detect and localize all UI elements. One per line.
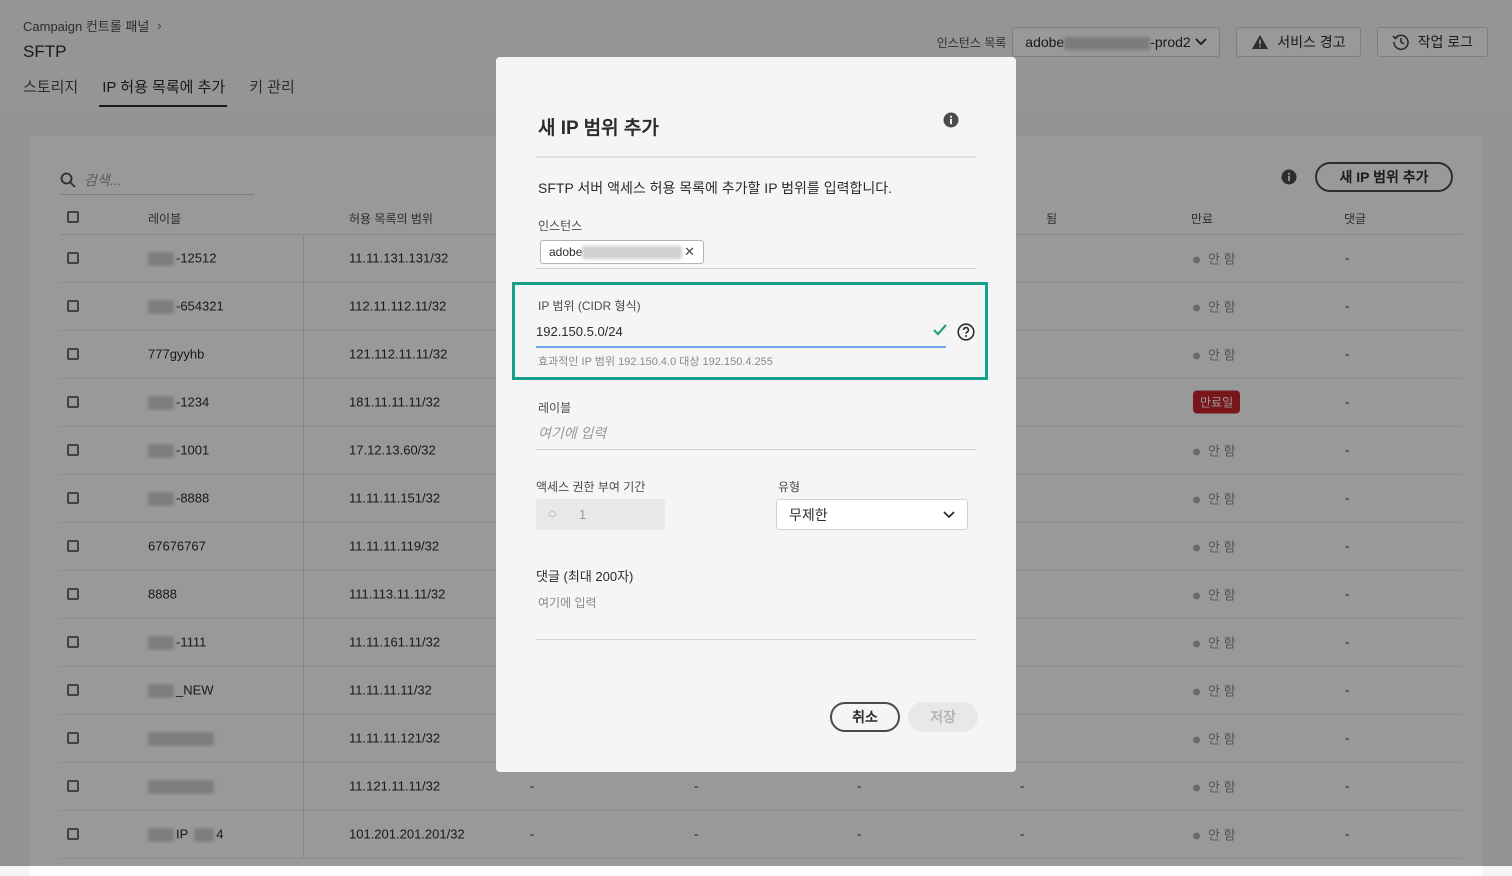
type-dropdown[interactable]: 무제한	[776, 499, 968, 530]
stepper-arrows-icon[interactable]: ︿ ﹀	[548, 505, 557, 524]
field-underline	[536, 449, 976, 450]
type-label: 유형	[778, 480, 801, 494]
comment-label: 댓글 (최대 200자)	[536, 569, 634, 584]
ip-range-label: IP 범위 (CIDR 형식)	[538, 299, 641, 313]
divider	[536, 156, 976, 158]
field-underline	[536, 639, 976, 640]
chevron-down-icon	[943, 510, 955, 518]
duration-label: 액세스 권한 부여 기간	[536, 480, 646, 494]
dialog-info-icon[interactable]	[943, 112, 959, 133]
checkmark-icon	[933, 324, 947, 336]
instance-tag-value: adobe	[549, 245, 683, 260]
duration-value: 1	[579, 507, 587, 522]
duration-stepper[interactable]: ︿ ﹀ 1	[536, 499, 665, 530]
save-button[interactable]: 저장	[908, 702, 978, 732]
dialog-title: 새 IP 범위 추가	[538, 118, 659, 139]
ip-range-underline	[536, 346, 946, 348]
instance-field-label: 인스턴스	[538, 219, 583, 233]
ip-range-input[interactable]: 192.150.5.0/24	[536, 324, 623, 339]
dialog-description: SFTP 서버 액세스 허용 목록에 추가할 IP 범위를 입력합니다.	[538, 180, 892, 196]
instance-tag: adobe ✕	[540, 240, 704, 264]
type-dropdown-value: 무제한	[789, 506, 828, 523]
ip-range-help-text: 효과적인 IP 범위 192.150.4.0 대상 192.150.4.255	[538, 356, 773, 368]
field-underline	[536, 268, 976, 269]
label-field-label: 레이블	[538, 401, 572, 415]
redacted-text	[582, 246, 683, 260]
close-icon[interactable]: ✕	[684, 244, 695, 260]
comment-textarea[interactable]: 여기에 입력	[538, 594, 597, 611]
cancel-button[interactable]: 취소	[830, 702, 900, 732]
add-ip-range-dialog: 새 IP 범위 추가 SFTP 서버 액세스 허용 목록에 추가할 IP 범위를…	[496, 57, 1016, 772]
help-icon[interactable]	[957, 323, 975, 346]
label-input[interactable]: 여기에 입력	[538, 423, 606, 443]
